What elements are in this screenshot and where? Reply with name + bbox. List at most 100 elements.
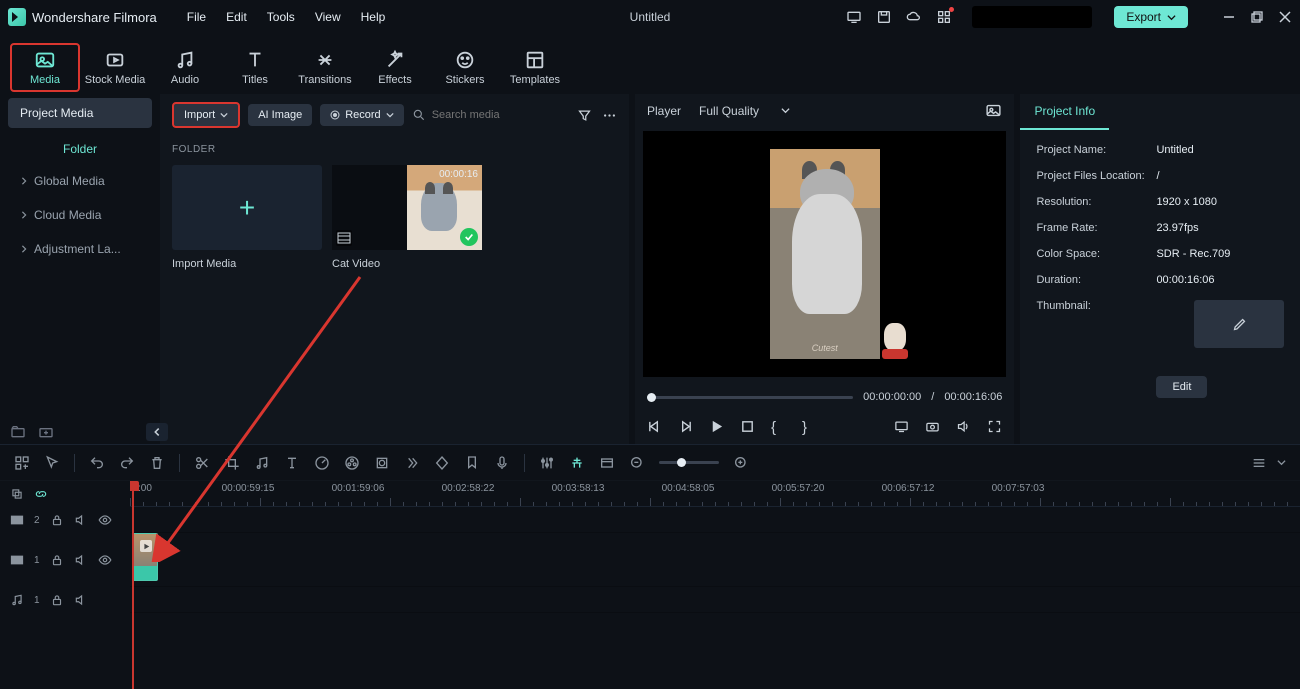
- speed-icon[interactable]: [314, 455, 330, 471]
- new-folder-icon[interactable]: [10, 424, 26, 440]
- snapshot-icon[interactable]: [985, 102, 1002, 119]
- music-tool-icon[interactable]: [254, 455, 270, 471]
- thumbnail-picker[interactable]: [1194, 300, 1284, 348]
- track-headers: 2 1 1: [0, 481, 130, 689]
- new-bin-icon[interactable]: [38, 424, 54, 440]
- display-icon[interactable]: [846, 9, 862, 25]
- ai-image-button[interactable]: AI Image: [248, 104, 312, 126]
- sidebar-item-adjustment[interactable]: Adjustment La...: [8, 232, 152, 266]
- media-clip-cat-video[interactable]: 00:00:16 Cat Video: [332, 165, 482, 270]
- mark-in-icon[interactable]: {: [771, 419, 786, 434]
- lock-icon[interactable]: [50, 553, 64, 567]
- redo-icon[interactable]: [119, 455, 135, 471]
- info-panel: Project Info Project Name:Untitled Proje…: [1020, 94, 1300, 444]
- camera-icon[interactable]: [925, 419, 940, 434]
- filter-icon[interactable]: [577, 108, 592, 123]
- split-icon[interactable]: [194, 455, 210, 471]
- track-video-2[interactable]: [130, 507, 1300, 533]
- progress-bar[interactable]: [647, 396, 853, 399]
- close-icon[interactable]: [1278, 10, 1292, 24]
- lock-icon[interactable]: [50, 593, 64, 607]
- preview-canvas[interactable]: Cutest: [643, 131, 1006, 377]
- undo-icon[interactable]: [89, 455, 105, 471]
- timeline-clip[interactable]: [132, 533, 158, 581]
- import-button[interactable]: Import: [172, 102, 240, 128]
- mute-icon[interactable]: [74, 593, 88, 607]
- account-area[interactable]: [972, 6, 1092, 28]
- mic-icon[interactable]: [494, 455, 510, 471]
- eye-icon[interactable]: [98, 553, 112, 567]
- record-button[interactable]: Record: [320, 104, 403, 126]
- tab-templates[interactable]: Templates: [500, 45, 570, 90]
- search-input[interactable]: [432, 109, 532, 121]
- prev-frame-icon[interactable]: [647, 419, 662, 434]
- lock-icon[interactable]: [50, 513, 64, 527]
- link-icon[interactable]: [34, 487, 48, 501]
- crop-icon[interactable]: [224, 455, 240, 471]
- sidebar-item-global[interactable]: Global Media: [8, 164, 152, 198]
- track-video-1[interactable]: [130, 533, 1300, 587]
- time-ruler[interactable]: :00:0000:00:59:1500:01:59:0600:02:58:220…: [130, 481, 1300, 507]
- tab-media[interactable]: Media: [10, 43, 80, 92]
- pointer-icon[interactable]: [44, 455, 60, 471]
- minimize-icon[interactable]: [1222, 10, 1236, 24]
- render-icon[interactable]: [599, 455, 615, 471]
- menu-view[interactable]: View: [315, 10, 341, 24]
- mute-icon[interactable]: [74, 513, 88, 527]
- marker-icon[interactable]: [464, 455, 480, 471]
- export-button[interactable]: Export: [1114, 6, 1188, 28]
- more-icon[interactable]: [602, 108, 617, 123]
- tab-stickers[interactable]: Stickers: [430, 45, 500, 90]
- collapse-icon[interactable]: [146, 423, 168, 441]
- delete-icon[interactable]: [149, 455, 165, 471]
- text-tool-icon[interactable]: [284, 455, 300, 471]
- menu-help[interactable]: Help: [361, 10, 386, 24]
- magnet-icon[interactable]: [569, 455, 585, 471]
- import-media-tile[interactable]: + Import Media: [172, 165, 322, 270]
- mark-out-icon[interactable]: }: [802, 419, 817, 434]
- menu-tools[interactable]: Tools: [267, 10, 295, 24]
- quality-dropdown[interactable]: Full Quality: [699, 104, 790, 118]
- stop-icon[interactable]: [740, 419, 755, 434]
- project-location-value: /: [1156, 170, 1159, 182]
- tab-effects[interactable]: Effects: [360, 45, 430, 90]
- list-view-icon[interactable]: [1251, 455, 1267, 471]
- play-backward-icon[interactable]: [678, 419, 693, 434]
- fullscreen-icon[interactable]: [987, 419, 1002, 434]
- zoom-slider[interactable]: [659, 461, 719, 464]
- monitor-icon[interactable]: [894, 419, 909, 434]
- layers-icon[interactable]: [10, 487, 24, 501]
- mute-icon[interactable]: [74, 553, 88, 567]
- tab-project-info[interactable]: Project Info: [1020, 94, 1109, 130]
- chevron-down-icon: [1167, 13, 1176, 22]
- sidebar-header[interactable]: Project Media: [8, 98, 152, 128]
- tab-titles[interactable]: Titles: [220, 45, 290, 90]
- zoom-out-icon[interactable]: [629, 455, 645, 471]
- cloud-icon[interactable]: [906, 9, 922, 25]
- menu-edit[interactable]: Edit: [226, 10, 247, 24]
- save-icon[interactable]: [876, 9, 892, 25]
- mask-icon[interactable]: [374, 455, 390, 471]
- track-audio-1[interactable]: [130, 587, 1300, 613]
- zoom-in-icon[interactable]: [733, 455, 749, 471]
- app-name: Wondershare Filmora: [32, 10, 157, 25]
- tab-transitions[interactable]: Transitions: [290, 45, 360, 90]
- mixer-icon[interactable]: [539, 455, 555, 471]
- tab-audio[interactable]: Audio: [150, 45, 220, 90]
- volume-icon[interactable]: [956, 419, 971, 434]
- eye-icon[interactable]: [98, 513, 112, 527]
- playhead[interactable]: [132, 481, 134, 689]
- tab-stock-media[interactable]: Stock Media: [80, 45, 150, 90]
- keyframe-icon[interactable]: [434, 455, 450, 471]
- add-track-icon[interactable]: [14, 455, 30, 471]
- edit-button[interactable]: Edit: [1156, 376, 1207, 398]
- maximize-icon[interactable]: [1250, 10, 1264, 24]
- more-tools-icon[interactable]: [404, 455, 420, 471]
- menu-file[interactable]: File: [187, 10, 206, 24]
- sidebar-item-cloud[interactable]: Cloud Media: [8, 198, 152, 232]
- sidebar-folder[interactable]: Folder: [8, 134, 152, 164]
- chevron-down-icon[interactable]: [1277, 458, 1286, 467]
- caret-right-icon: [20, 211, 28, 219]
- color-icon[interactable]: [344, 455, 360, 471]
- play-icon[interactable]: [709, 419, 724, 434]
